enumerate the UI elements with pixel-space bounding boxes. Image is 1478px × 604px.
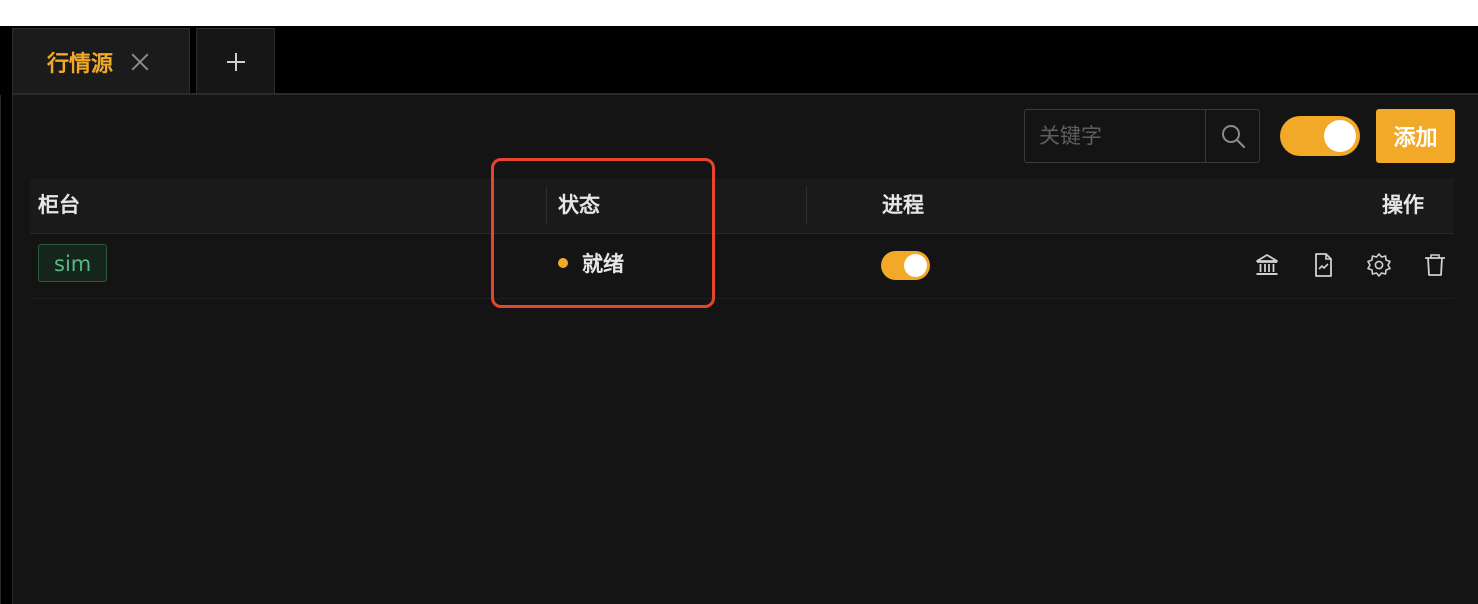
left-edge	[0, 95, 1, 604]
process-toggle[interactable]	[881, 251, 930, 280]
status-text: 就绪	[582, 252, 624, 276]
search-icon	[1221, 125, 1245, 149]
search-button[interactable]	[1205, 110, 1259, 162]
toggle-knob	[904, 254, 927, 277]
tab-label: 行情源	[47, 51, 114, 77]
counter-tag: sim	[38, 244, 108, 282]
gear-icon[interactable]	[1366, 252, 1392, 278]
column-header-status: 状态	[558, 193, 600, 217]
column-separator	[806, 186, 807, 224]
status-cell: 就绪	[558, 248, 624, 278]
content-panel	[12, 93, 1478, 604]
document-icon[interactable]	[1310, 252, 1336, 278]
plus-icon	[225, 51, 247, 73]
column-header-process: 进程	[882, 193, 924, 217]
column-header-counter: 柜台	[38, 193, 80, 217]
table-row: sim 就绪	[30, 234, 1454, 299]
status-dot	[558, 258, 568, 268]
table-header: 柜台 状态 进程 操作	[30, 178, 1454, 234]
toggle-knob	[1324, 120, 1356, 152]
top-bar	[0, 0, 1478, 26]
tab-market-source[interactable]: 行情源	[12, 28, 190, 94]
search-box	[1024, 109, 1260, 163]
close-icon[interactable]	[129, 51, 151, 73]
search-input[interactable]	[1025, 110, 1205, 162]
trash-icon[interactable]	[1422, 252, 1448, 278]
bank-icon[interactable]	[1254, 252, 1280, 278]
global-toggle[interactable]	[1280, 116, 1360, 156]
add-tab-button[interactable]	[196, 28, 275, 94]
add-button[interactable]: 添加	[1376, 109, 1455, 163]
column-header-actions: 操作	[1382, 193, 1424, 217]
column-separator	[546, 186, 547, 224]
